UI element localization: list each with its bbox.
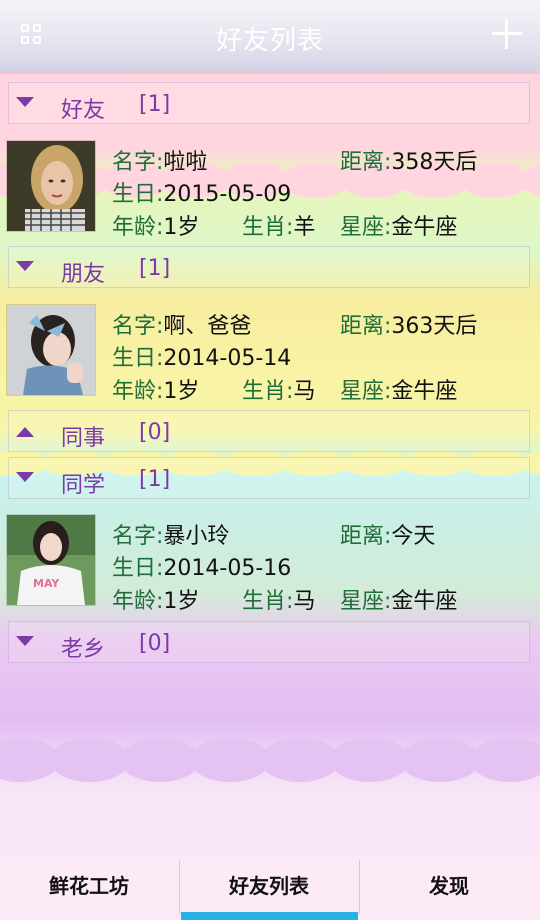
friend-constellation-line: 星座:金牛座 <box>340 373 457 405</box>
group-name: 同学 <box>61 473 106 498</box>
zodiac-label: 生肖: <box>242 379 294 404</box>
avatar <box>6 140 96 232</box>
tab-flower-workshop[interactable]: 鲜花工坊 <box>0 858 178 920</box>
friend-distance: 363天后 <box>391 314 478 339</box>
zodiac-label: 生肖: <box>242 589 294 614</box>
cloud-band <box>0 738 540 782</box>
friend-constellation-line: 星座:金牛座 <box>340 209 457 241</box>
friend-distance: 今天 <box>391 524 436 549</box>
group-header-tongxue[interactable]: 同学 [1] <box>8 457 530 499</box>
friend-zodiac-line: 生肖:马 <box>242 373 315 405</box>
group-count: [0] <box>139 420 171 445</box>
friend-age-line: 年龄:1岁 <box>112 373 199 405</box>
age-label: 年龄: <box>112 215 164 240</box>
friend-age-line: 年龄:1岁 <box>112 583 199 615</box>
expand-arrow-icon <box>16 261 34 271</box>
birthday-label: 生日: <box>112 182 164 207</box>
group-count: [1] <box>139 92 171 117</box>
friend-constellation-line: 星座:金牛座 <box>340 583 457 615</box>
expand-arrow-icon <box>16 472 34 482</box>
distance-label: 距离: <box>340 150 392 175</box>
group-header-pengyou[interactable]: 朋友 [1] <box>8 246 530 288</box>
friend-age-line: 年龄:1岁 <box>112 209 199 241</box>
tab-label: 鲜花工坊 <box>49 874 129 898</box>
tab-friend-list[interactable]: 好友列表 <box>180 858 358 920</box>
friend-constellation: 金牛座 <box>391 379 458 404</box>
friend-birthday: 2014-05-14 <box>163 346 292 371</box>
name-label: 名字: <box>112 314 164 339</box>
age-label: 年龄: <box>112 589 164 614</box>
friend-name: 暴小玲 <box>163 524 230 549</box>
friend-name-line: 名字:啦啦 <box>112 144 207 176</box>
expand-arrow-icon <box>16 636 34 646</box>
friend-row[interactable]: 名字:啦啦 距离:358天后 生日:2015-05-09 年龄:1岁 生肖:羊 … <box>0 128 540 242</box>
distance-label: 距离: <box>340 524 392 549</box>
friend-constellation: 金牛座 <box>391 215 458 240</box>
friend-zodiac: 羊 <box>293 215 316 240</box>
friend-name: 啦啦 <box>163 150 208 175</box>
friend-zodiac: 马 <box>293 589 316 614</box>
group-header-haoyou[interactable]: 好友 [1] <box>8 82 530 124</box>
friend-distance: 358天后 <box>391 150 478 175</box>
collapse-arrow-icon <box>16 427 34 437</box>
group-name: 朋友 <box>61 262 106 287</box>
friend-distance-line: 距离:358天后 <box>340 144 477 176</box>
friend-distance-line: 距离:今天 <box>340 518 435 550</box>
friend-row[interactable]: MAY 名字:暴小玲 距离:今天 生日:2014-05-16 年龄:1岁 生肖:… <box>0 502 540 616</box>
name-label: 名字: <box>112 150 164 175</box>
constellation-label: 星座: <box>340 589 392 614</box>
group-count: [1] <box>139 467 171 492</box>
friend-birthday: 2015-05-09 <box>163 182 292 207</box>
friend-distance-line: 距离:363天后 <box>340 308 477 340</box>
friend-birthday-line: 生日:2014-05-14 <box>112 340 291 372</box>
constellation-label: 星座: <box>340 379 392 404</box>
group-count: [1] <box>139 256 171 281</box>
friend-birthday-line: 生日:2014-05-16 <box>112 550 291 582</box>
friend-constellation: 金牛座 <box>391 589 458 614</box>
group-name: 老乡 <box>61 637 106 662</box>
bottom-tab-bar: 鲜花工坊 好友列表 发现 <box>0 858 540 920</box>
constellation-label: 星座: <box>340 215 392 240</box>
group-count: [0] <box>139 631 171 656</box>
group-header-tongshi[interactable]: 同事 [0] <box>8 410 530 452</box>
friend-age: 1岁 <box>163 215 200 240</box>
tab-label: 发现 <box>429 874 469 898</box>
friend-zodiac-line: 生肖:羊 <box>242 209 315 241</box>
expand-arrow-icon <box>16 97 34 107</box>
avatar <box>6 304 96 396</box>
tab-label: 好友列表 <box>229 874 309 898</box>
friend-age: 1岁 <box>163 379 200 404</box>
distance-label: 距离: <box>340 314 392 339</box>
title-bar: 好友列表 <box>0 0 540 72</box>
selected-tab-indicator <box>181 912 358 920</box>
group-name: 好友 <box>61 98 106 123</box>
page-title: 好友列表 <box>215 26 324 56</box>
friend-row[interactable]: 名字:啊、爸爸 距离:363天后 生日:2014-05-14 年龄:1岁 生肖:… <box>0 292 540 406</box>
friend-zodiac: 马 <box>293 379 316 404</box>
friend-name: 啊、爸爸 <box>163 314 252 339</box>
birthday-label: 生日: <box>112 556 164 581</box>
birthday-label: 生日: <box>112 346 164 371</box>
zodiac-label: 生肖: <box>242 215 294 240</box>
plus-icon[interactable] <box>491 19 523 51</box>
friend-birthday-line: 生日:2015-05-09 <box>112 176 291 208</box>
friend-birthday: 2014-05-16 <box>163 556 292 581</box>
avatar: MAY <box>6 514 96 606</box>
friend-name-line: 名字:暴小玲 <box>112 518 229 550</box>
friend-age: 1岁 <box>163 589 200 614</box>
tab-discover[interactable]: 发现 <box>360 858 538 920</box>
friend-zodiac-line: 生肖:马 <box>242 583 315 615</box>
age-label: 年龄: <box>112 379 164 404</box>
group-header-laoxiang[interactable]: 老乡 [0] <box>8 621 530 663</box>
group-name: 同事 <box>61 426 106 451</box>
friend-name-line: 名字:啊、爸爸 <box>112 308 251 340</box>
name-label: 名字: <box>112 524 164 549</box>
avatar-shirt-text: MAY <box>33 577 60 590</box>
